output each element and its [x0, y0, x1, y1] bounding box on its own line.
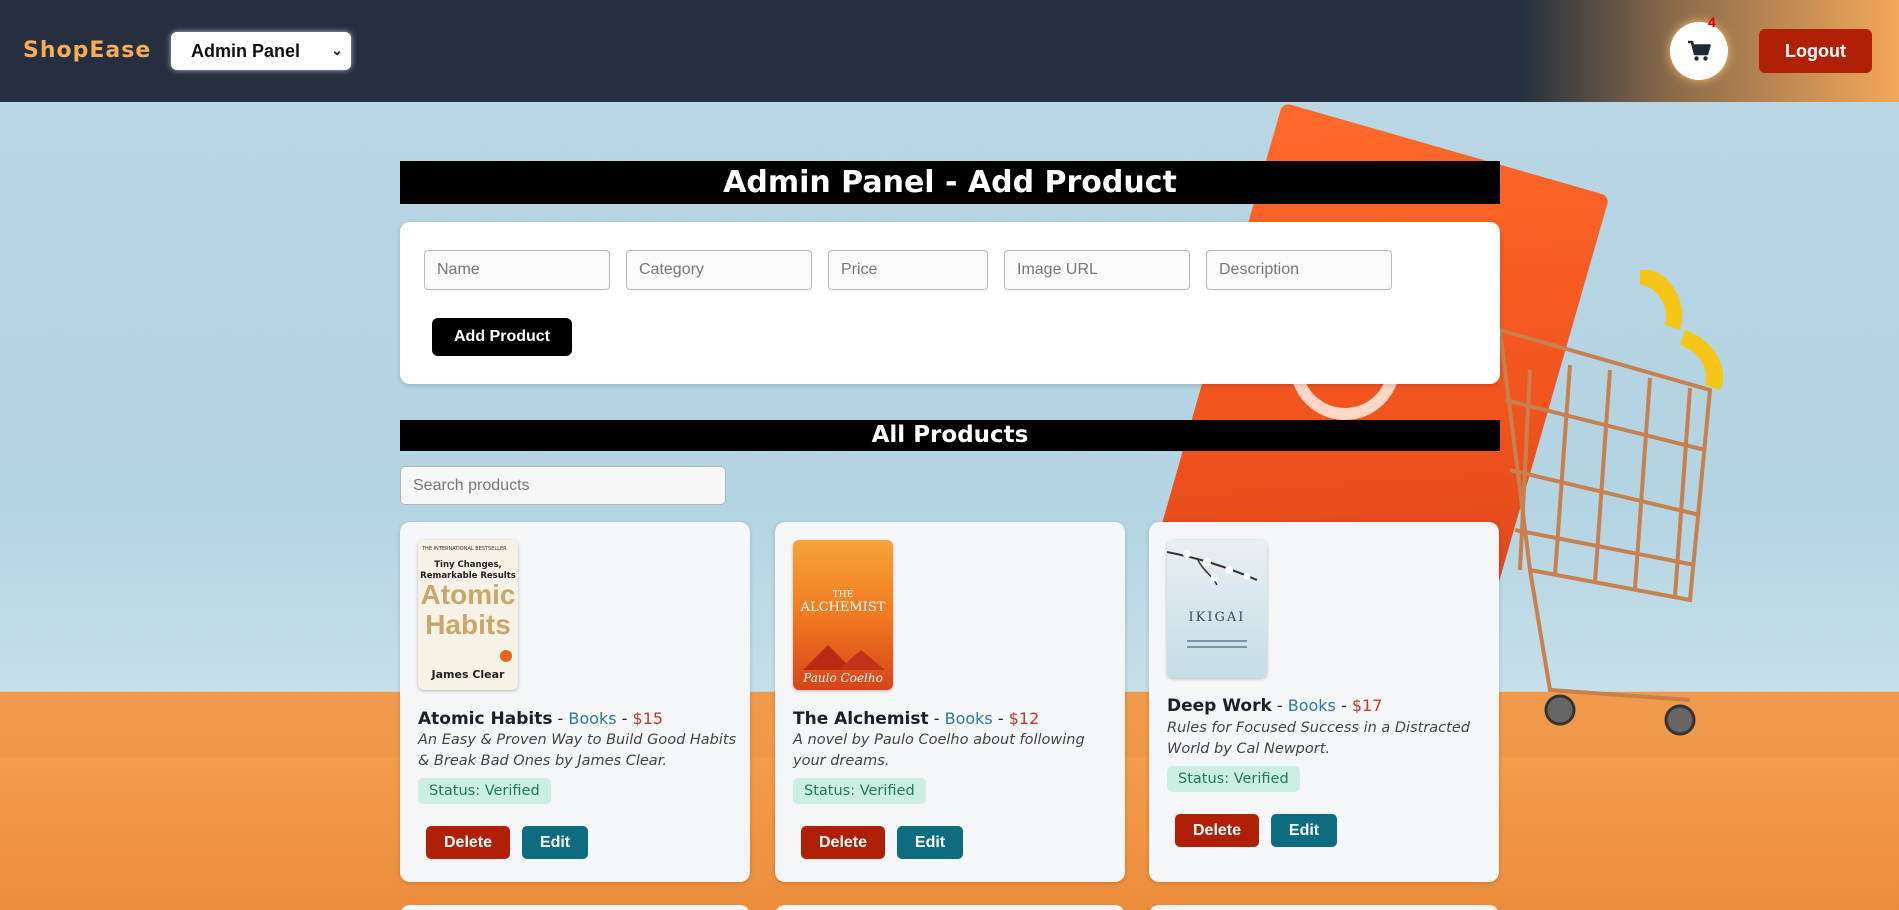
chevron-down-icon: ⌄ [331, 42, 343, 58]
cart-icon [1688, 40, 1711, 61]
product-name: Deep Work [1167, 696, 1272, 716]
product-card: IKIGAI Deep Work - Books - $17 Rules for… [1149, 522, 1499, 882]
logout-button[interactable]: Logout [1759, 29, 1872, 73]
product-description: A novel by Paulo Coelho about following … [793, 732, 1085, 769]
status-badge: Status: Verified [418, 778, 551, 804]
status-badge: Status: Verified [1167, 766, 1300, 792]
edit-button[interactable]: Edit [522, 826, 588, 859]
product-price: $17 [1351, 696, 1383, 715]
add-product-form: Name Category Price Image URL Descriptio… [400, 222, 1500, 384]
product-category: Books [568, 709, 617, 728]
cart-count-badge: 4 [1708, 14, 1716, 30]
delete-button[interactable]: Delete [426, 826, 510, 859]
product-title-line: Atomic Habits - Books - $15 [418, 709, 664, 729]
product-category: Books [944, 709, 993, 728]
product-image: IKIGAI [1167, 540, 1267, 678]
product-card: THE ALCHEMIST Paulo Coelho The Alchemist… [775, 522, 1125, 882]
delete-button[interactable]: Delete [1175, 814, 1259, 847]
product-description: An Easy & Proven Way to Build Good Habit… [418, 732, 737, 769]
page-title: Admin Panel - Add Product [400, 161, 1500, 204]
all-products-heading: All Products [400, 420, 1500, 451]
product-title-line: The Alchemist - Books - $12 [793, 709, 1040, 729]
product-title-line: Deep Work - Books - $17 [1167, 696, 1383, 716]
panel-select-value: Admin Panel [191, 40, 301, 61]
shopping-cart-illustration [1497, 270, 1724, 736]
product-description: Rules for Focused Success in a Distracte… [1167, 720, 1470, 757]
product-image: THE ALCHEMIST Paulo Coelho [793, 540, 893, 690]
cart-button[interactable] [1670, 22, 1728, 80]
delete-button[interactable]: Delete [801, 826, 885, 859]
product-card [775, 905, 1125, 910]
product-image: THE INTERNATIONAL BESTSELLER Tiny Change… [418, 540, 518, 690]
search-products-input[interactable]: Search products [400, 466, 726, 505]
product-price: $15 [632, 709, 664, 728]
description-input[interactable]: Description [1206, 250, 1392, 290]
product-card [1149, 905, 1499, 910]
image-url-input[interactable]: Image URL [1004, 250, 1190, 290]
category-input[interactable]: Category [626, 250, 812, 290]
edit-button[interactable]: Edit [1271, 814, 1337, 847]
product-category: Books [1287, 696, 1336, 715]
edit-button[interactable]: Edit [897, 826, 963, 859]
name-input[interactable]: Name [424, 250, 610, 290]
panel-select[interactable]: Admin Panel ⌄ [171, 32, 351, 70]
add-product-button[interactable]: Add Product [432, 318, 572, 356]
product-card: THE INTERNATIONAL BESTSELLER Tiny Change… [400, 522, 750, 882]
product-name: The Alchemist [793, 709, 929, 729]
status-badge: Status: Verified [793, 778, 926, 804]
product-price: $12 [1008, 709, 1040, 728]
product-card [400, 905, 750, 910]
price-input[interactable]: Price [828, 250, 988, 290]
product-name: Atomic Habits [418, 709, 553, 729]
brand-logo[interactable]: ShopEase [23, 38, 151, 63]
top-navbar: ShopEase Admin Panel ⌄ 4 Logout [0, 0, 1899, 102]
